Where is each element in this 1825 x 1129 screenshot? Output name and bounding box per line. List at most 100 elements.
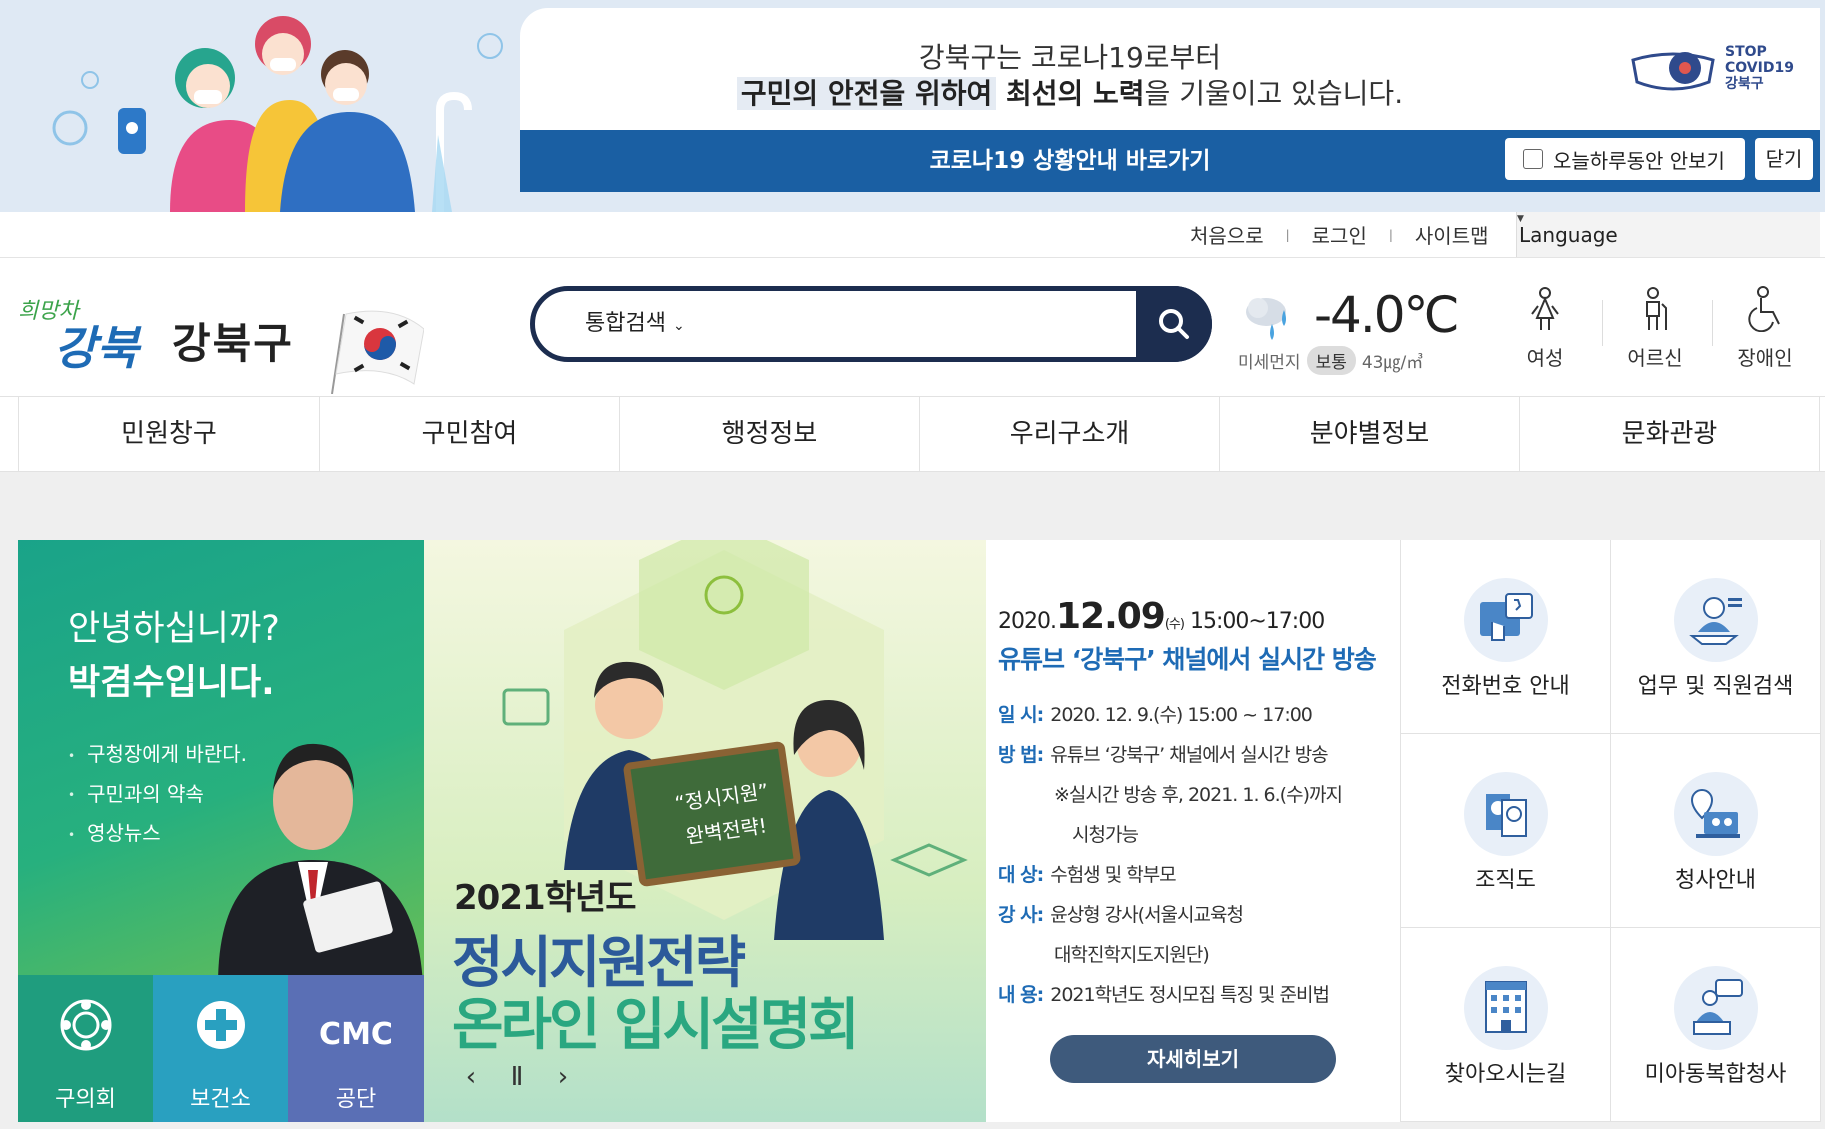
- tile-icon-circle: [1464, 578, 1548, 662]
- tile-label: 전화번호 안내: [1441, 674, 1570, 699]
- quick-corporation[interactable]: CMC 공단: [288, 975, 424, 1122]
- tile-phone-directory[interactable]: 전화번호 안내: [1401, 540, 1611, 734]
- checkbox-box[interactable]: [1523, 149, 1543, 169]
- nav-culture-tourism[interactable]: 문화관광: [1520, 397, 1820, 471]
- staff-search-icon: [1689, 597, 1742, 645]
- event-lecturer-note: 대학진학지도지원단): [1054, 944, 1210, 966]
- nav-about-district[interactable]: 우리구소개: [920, 397, 1220, 471]
- search-category-dropdown[interactable]: 통합검색 ⌄: [585, 291, 685, 359]
- tile-directions[interactable]: 찾아오시는길: [1401, 928, 1611, 1122]
- svg-text:강북: 강북: [54, 321, 142, 375]
- popup-rest-text: 을 기울이고 있습니다.: [1144, 77, 1404, 110]
- sitemap-link[interactable]: 사이트맵: [1415, 220, 1489, 249]
- organization-chart-icon: [1486, 794, 1527, 837]
- event-row-target: 대 상: 수험생 및 학부모: [998, 860, 1177, 887]
- disabled-label: 장애인: [1737, 346, 1793, 370]
- divider: |: [1285, 227, 1290, 242]
- event-row-lecturer: 강 사: 윤상형 강사(서울시교육청: [998, 900, 1244, 927]
- tile-label: 찾아오시는길: [1444, 1062, 1567, 1087]
- event-value: 윤상형 강사(서울시교육청: [1045, 904, 1244, 926]
- banner-prev-button[interactable]: ‹: [459, 1062, 483, 1092]
- tile-label: 청사안내: [1675, 868, 1756, 893]
- tile-icon-circle: [1464, 772, 1548, 856]
- banner-pause-button[interactable]: Ⅱ: [505, 1062, 529, 1092]
- tile-label: 업무 및 직원검색: [1637, 674, 1794, 699]
- event-key: 내 용:: [998, 984, 1044, 1006]
- event-time: 15:00~17:00: [1183, 609, 1325, 634]
- event-date-big: 12.09: [1055, 596, 1166, 637]
- nav-administration-info[interactable]: 행정정보: [620, 397, 920, 471]
- logo-text: 강북구: [172, 319, 294, 368]
- seniors-service-button[interactable]: 어르신: [1610, 286, 1700, 371]
- main-navigation: 민원창구 구민참여 행정정보 우리구소개 분야별정보 문화관광: [0, 396, 1825, 472]
- quick-corporation-label: 공단: [335, 1087, 377, 1112]
- event-key: 대 상:: [998, 864, 1044, 886]
- nav-citizen-participation[interactable]: 구민참여: [320, 397, 620, 471]
- dont-show-today-checkbox[interactable]: 오늘하루동안 안보기: [1505, 138, 1745, 180]
- quick-service-tiles: 전화번호 안내 업무 및 직원검색 조직도 청사안내 찾아오시는길 미아동복합청…: [1400, 540, 1821, 1122]
- event-key: 방 법:: [998, 744, 1044, 766]
- banner-next-button[interactable]: ›: [551, 1062, 575, 1092]
- disabled-service-button[interactable]: 장애인: [1720, 286, 1810, 371]
- gangbuk-logo[interactable]: 희망차 강북 강북구: [14, 274, 425, 395]
- tile-office-guide[interactable]: 청사안내: [1611, 734, 1821, 928]
- tile-icon-circle: [1464, 966, 1548, 1050]
- search-box: 통합검색 ⌄: [530, 286, 1212, 362]
- covid-status-link[interactable]: 코로나19 상황안내 바로가기: [520, 130, 1620, 192]
- quick-council-label: 구의회: [55, 1087, 116, 1112]
- event-value: 2021학년도 정시모집 특징 및 준비법: [1045, 984, 1330, 1006]
- temperature: -4.0℃: [1314, 286, 1460, 344]
- event-more-button[interactable]: 자세히보기: [1050, 1035, 1336, 1083]
- senior-icon: [1646, 287, 1667, 330]
- cmc-logo-icon: CMC: [319, 1017, 393, 1052]
- mayor-photo: [218, 743, 423, 985]
- stop-badge-line2: COVID19: [1725, 60, 1794, 76]
- office-guide-icon: [1690, 788, 1740, 838]
- event-date-prefix: 2020.: [998, 609, 1057, 634]
- event-day: (수): [1164, 617, 1185, 632]
- stop-badge-line3: 강북구: [1725, 76, 1764, 92]
- quick-health-center[interactable]: 보건소: [153, 975, 288, 1122]
- tile-icon-circle: [1674, 578, 1758, 662]
- banner-year: 2021학년도: [454, 878, 636, 918]
- dust-value: 43㎍/㎥: [1361, 353, 1424, 373]
- popup-message-line1: 강북구는 코로나19로부터: [918, 41, 1222, 74]
- popup-message-line2: 구민의 안전을 위하여 최선의 노력을 기울이고 있습니다.: [520, 72, 1620, 112]
- weather-widget: -4.0℃ 미세먼지 보통 43㎍/㎥: [1238, 280, 1460, 380]
- search-category-label: 통합검색: [585, 311, 666, 336]
- fine-dust-info: 미세먼지 보통 43㎍/㎥: [1238, 346, 1423, 375]
- divider: [1712, 300, 1713, 346]
- event-date: 2020.12.09(수) 15:00~17:00: [998, 596, 1325, 637]
- event-method-note: ※실시간 방송 후, 2021. 1. 6.(수)까지: [1054, 784, 1343, 806]
- tile-organization-chart[interactable]: 조직도: [1401, 734, 1611, 928]
- divider: |: [1388, 227, 1393, 242]
- event-value: 수험생 및 학부모: [1045, 864, 1176, 886]
- tile-staff-search[interactable]: 업무 및 직원검색: [1611, 540, 1821, 734]
- utility-bar: 처음으로 | 로그인 | 사이트맵 ▼ Language: [0, 212, 1825, 258]
- quick-council[interactable]: 구의회: [18, 975, 153, 1122]
- site-header: 희망차 강북 강북구 통합검색 ⌄ -4.0℃ 미세먼지 보통 43㎍/㎥ 여성…: [0, 258, 1825, 396]
- login-link[interactable]: 로그인: [1312, 220, 1367, 249]
- health-center-icon: [197, 1001, 245, 1049]
- tile-icon-circle: [1674, 772, 1758, 856]
- language-select[interactable]: ▼ Language: [1516, 212, 1820, 257]
- woman-icon: [1531, 287, 1559, 330]
- main-banner-slide[interactable]: “정시지원” 완벽전략! 2021학년도 정시지원전략 온라인 입시설명회 ‹ …: [424, 540, 986, 1122]
- event-row-datetime: 일 시: 2020. 12. 9.(수) 15:00 ~ 17:00: [998, 700, 1313, 727]
- cloud-rain-icon: [1246, 298, 1286, 340]
- popup-illustration: [0, 0, 520, 212]
- event-detail-panel: 2020.12.09(수) 15:00~17:00 유튜브 ‘강북구’ 채널에서…: [986, 540, 1400, 1122]
- search-input[interactable]: [725, 301, 1055, 347]
- language-label: Language: [1519, 223, 1618, 247]
- popup-close-button[interactable]: 닫기: [1755, 138, 1813, 180]
- popup-action-bar: 코로나19 상황안내 바로가기 오늘하루동안 안보기 닫기: [520, 130, 1820, 192]
- search-button[interactable]: [1136, 286, 1212, 362]
- complex-office-icon: [1693, 979, 1743, 1035]
- tile-label: 조직도: [1475, 868, 1536, 893]
- women-service-button[interactable]: 여성: [1500, 286, 1590, 371]
- nav-field-info[interactable]: 분야별정보: [1220, 397, 1520, 471]
- tile-complex-office[interactable]: 미아동복합청사: [1611, 928, 1821, 1122]
- nav-civil-service[interactable]: 민원창구: [18, 397, 320, 471]
- home-link[interactable]: 처음으로: [1190, 220, 1264, 249]
- dust-label: 미세먼지: [1238, 353, 1301, 373]
